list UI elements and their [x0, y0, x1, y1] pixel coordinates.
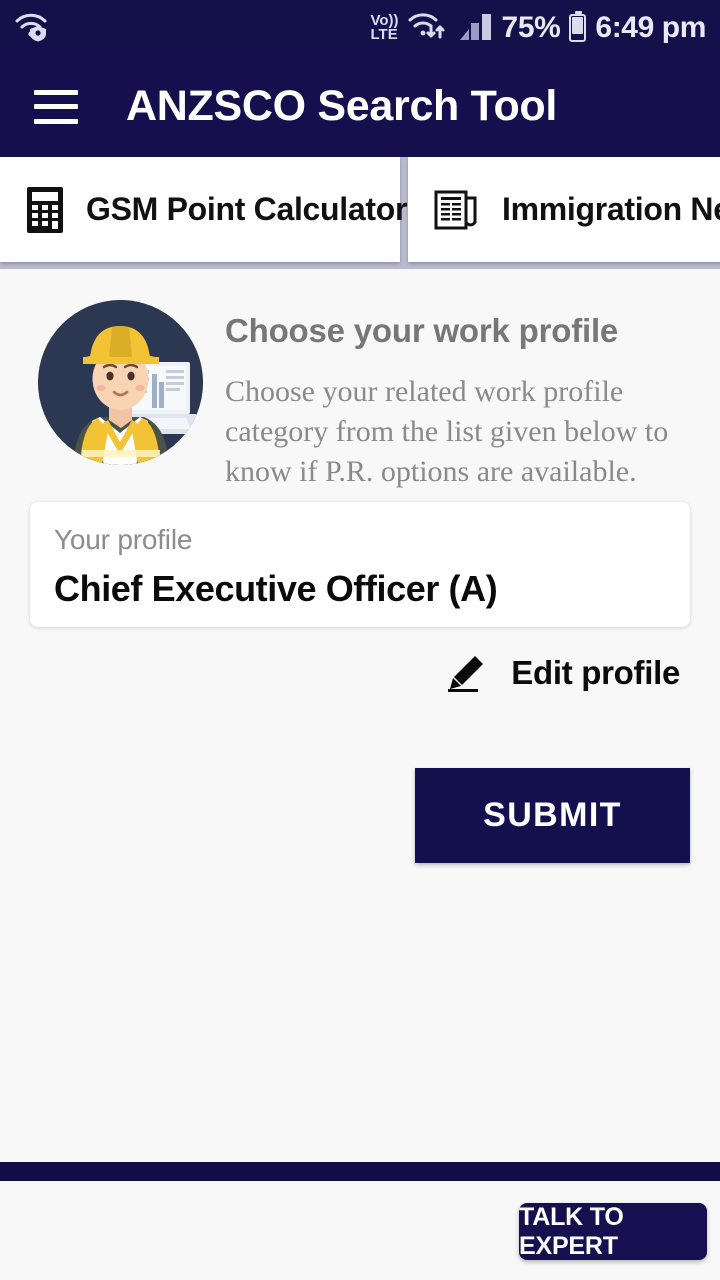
volte-bottom: LTE: [370, 26, 398, 43]
hamburger-line: [34, 118, 78, 124]
profile-card[interactable]: Your profile Chief Executive Officer (A): [30, 502, 690, 627]
hero-description: Choose your related work profile categor…: [225, 375, 669, 488]
worker-avatar-illustration: [38, 300, 203, 465]
volte-icon: Vo)) LTE: [370, 13, 399, 43]
battery-percent-label: 75%: [501, 11, 561, 44]
signal-bars-icon: [459, 11, 493, 46]
hamburger-line: [34, 89, 78, 95]
edit-profile-label: Edit profile: [511, 654, 680, 691]
status-bar: Vo)) LTE 75% 6:49 pm: [0, 0, 720, 56]
clock-label: 6:49 pm: [595, 11, 706, 44]
tab-gsm-point-calculator[interactable]: GSM Point Calculator: [0, 157, 407, 262]
calculator-icon: [26, 186, 64, 234]
submit-button[interactable]: SUBMIT: [415, 768, 690, 863]
status-bar-left: [14, 9, 54, 48]
hero-title: Choose your work profile: [225, 312, 619, 349]
tab-label: GSM Point Calculator: [86, 191, 408, 227]
page-title: ANZSCO Search Tool: [126, 82, 558, 130]
edit-profile-button[interactable]: Edit profile: [445, 652, 680, 694]
wifi-shield-icon: [14, 9, 54, 48]
tab-strip: GSM Point Calculator Immigration News: [0, 157, 720, 269]
talk-to-expert-button[interactable]: TALK TO EXPERT: [519, 1203, 707, 1260]
profile-value: Chief Executive Officer (A): [54, 568, 498, 609]
wifi-transfer-icon: [408, 10, 450, 47]
newspaper-icon: [434, 188, 480, 232]
hero-text-block: Choose your work profile Choose your rel…: [225, 300, 695, 492]
bottom-divider-strip: [0, 1162, 720, 1181]
profile-label: Your profile: [54, 524, 193, 555]
status-bar-right: Vo)) LTE 75% 6:49 pm: [370, 10, 706, 47]
hamburger-line: [34, 104, 78, 109]
battery-icon: [569, 11, 587, 42]
app-bar: ANZSCO Search Tool: [0, 56, 720, 157]
pencil-icon: [445, 652, 487, 694]
hamburger-menu-icon[interactable]: [34, 89, 78, 124]
tab-label: Immigration News: [502, 191, 720, 227]
hero-section: Choose your work profile Choose your rel…: [0, 300, 720, 492]
app-screen: Vo)) LTE 75% 6:49 pm ANZSCO Search Tool …: [0, 0, 720, 1280]
tab-immigration-news[interactable]: Immigration News: [408, 157, 720, 262]
